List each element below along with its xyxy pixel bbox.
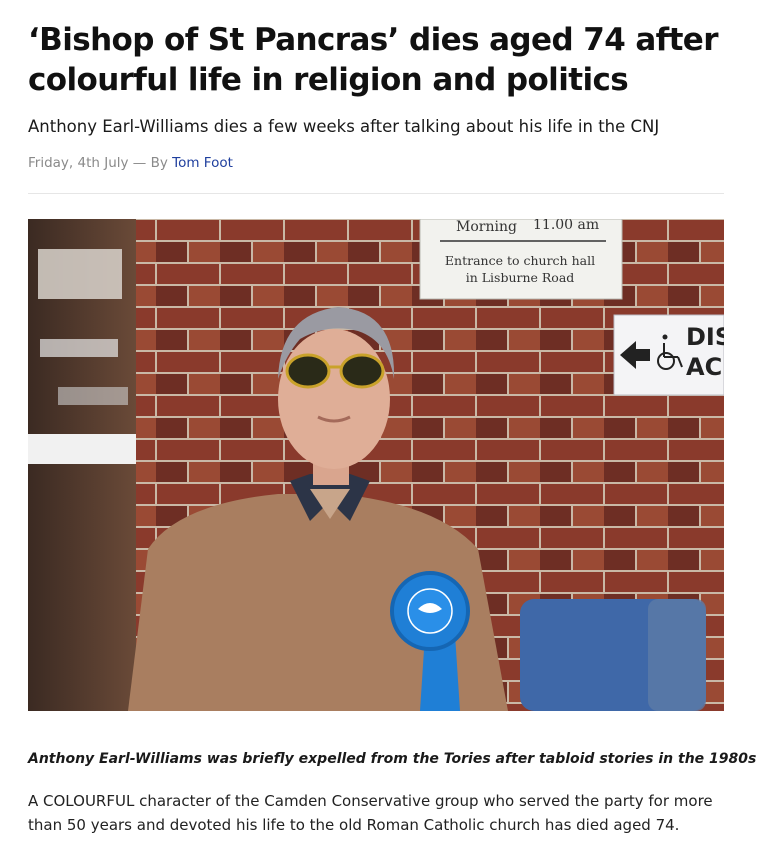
publish-date: Friday, 4th July: [28, 155, 129, 171]
sign-entrance-line-2: in Lisburne Road: [466, 270, 575, 285]
author-link[interactable]: Tom Foot: [172, 155, 233, 171]
door-arrows-sign: [40, 339, 118, 357]
door-station-sign: [58, 387, 128, 405]
photo-caption: Anthony Earl-Williams was briefly expell…: [28, 751, 757, 767]
byline-separator: — By: [128, 155, 173, 171]
sign-morning: Morning: [456, 219, 517, 235]
article-headline: ‘Bishop of St Pancras’ dies aged 74 afte…: [28, 22, 719, 98]
door-ledge: [28, 434, 136, 464]
sign-entrance-line-1: Entrance to church hall: [445, 253, 595, 268]
byline: Friday, 4th July — By Tom Foot: [28, 153, 233, 173]
door-sign: [38, 249, 122, 299]
sign-time: 11.00 am: [533, 219, 599, 233]
header-divider: [28, 193, 724, 194]
photo-illustration: Morning 11.00 am Entrance to church hall…: [28, 219, 724, 711]
sign-ac: AC: [686, 353, 722, 381]
article-photo: Morning 11.00 am Entrance to church hall…: [28, 219, 724, 711]
article-body-paragraph: A COLOURFUL character of the Camden Cons…: [28, 792, 713, 834]
sign-dis: DIS: [686, 323, 724, 351]
blue-chair: [520, 599, 706, 711]
sunglasses-right: [339, 353, 385, 389]
accessible-access-sign: DIS AC: [613, 314, 724, 396]
sunglasses-left: [285, 353, 331, 389]
article-standfirst: Anthony Earl-Williams dies a few weeks a…: [28, 117, 660, 136]
church-hall-sign: Morning 11.00 am Entrance to church hall…: [419, 219, 623, 300]
